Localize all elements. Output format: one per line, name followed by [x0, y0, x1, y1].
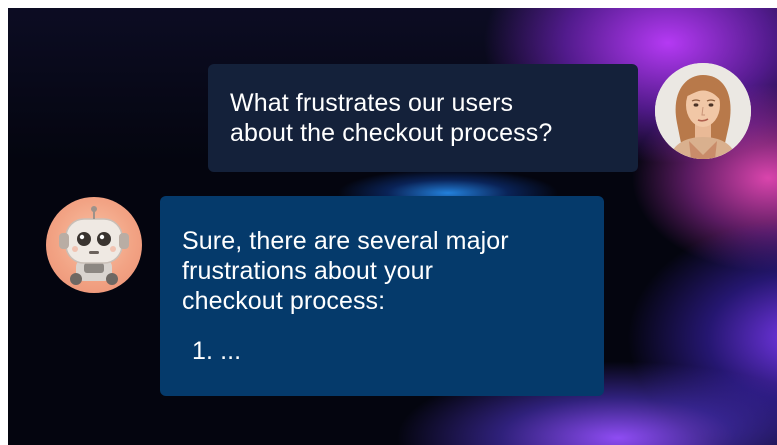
assistant-message-line: Sure, there are several major [182, 227, 509, 255]
assistant-message-bubble: Sure, there are several major frustratio… [160, 196, 604, 396]
user-message-bubble: What frustrates our users about the chec… [208, 64, 638, 172]
assistant-message-line: checkout process: [182, 287, 386, 315]
woman-portrait-icon [655, 63, 751, 159]
user-avatar-icon [655, 63, 751, 159]
user-message-line: What frustrates our users [230, 89, 514, 117]
user-message-line: about the checkout process? [230, 119, 553, 147]
assistant-list-item: 1. ... [192, 337, 242, 365]
chat-canvas: What frustrates our users about the chec… [8, 8, 777, 445]
assistant-avatar-icon [46, 197, 142, 293]
assistant-message-text: Sure, there are several major frustratio… [182, 226, 582, 316]
user-message-text: What frustrates our users about the chec… [230, 88, 620, 148]
robot-icon [59, 206, 129, 285]
assistant-message-line: frustrations about your [182, 257, 434, 285]
